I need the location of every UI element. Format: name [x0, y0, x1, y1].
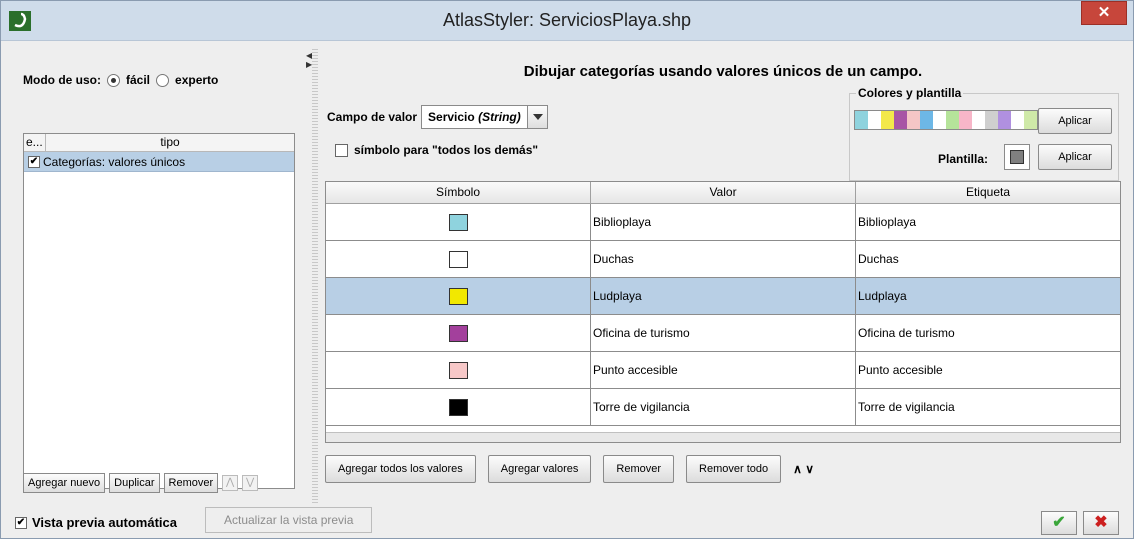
rule-list-table[interactable]: e... tipo ✔ Categorías: valores únicos: [23, 133, 295, 489]
label-cell[interactable]: Punto accesible: [856, 352, 1120, 388]
right-panel: Dibujar categorías usando valores únicos…: [319, 49, 1127, 503]
symbol-swatch[interactable]: [448, 287, 468, 305]
horizontal-scrollbar[interactable]: [326, 432, 1120, 442]
value-field-select[interactable]: Servicio (String): [421, 105, 548, 129]
categories-table-header: Símbolo Valor Etiqueta: [326, 182, 1120, 204]
title-bar: AtlasStyler: ServiciosPlaya.shp ✕: [1, 1, 1133, 41]
move-down-arrow-icon[interactable]: ∨: [805, 462, 814, 476]
rule-type-label: Categorías: valores únicos: [43, 154, 186, 169]
value-cell[interactable]: Oficina de turismo: [591, 315, 856, 351]
col-label-header[interactable]: Etiqueta: [856, 182, 1120, 203]
template-label: Plantilla:: [938, 152, 989, 166]
mode-label: Modo de uso:: [23, 73, 101, 87]
ok-check-icon[interactable]: ✔: [1041, 511, 1077, 535]
col-enabled-header[interactable]: e...: [24, 134, 46, 151]
symbol-swatch[interactable]: [448, 398, 468, 416]
palette-select[interactable]: [854, 110, 1058, 130]
remove-category-button[interactable]: Remover: [603, 455, 675, 483]
cancel-x-icon[interactable]: ✖: [1083, 511, 1119, 535]
rule-buttons: Agregar nuevo Duplicar Remover ⋀ ⋁: [23, 473, 259, 493]
mode-selector: Modo de uso: fácil experto: [23, 73, 218, 87]
atlasstyler-window: AtlasStyler: ServiciosPlaya.shp ✕ Modo d…: [0, 0, 1134, 539]
symbol-cell[interactable]: [326, 241, 591, 277]
add-values-button[interactable]: Agregar valores: [487, 455, 592, 483]
panel-heading: Dibujar categorías usando valores únicos…: [523, 63, 923, 80]
label-cell[interactable]: Oficina de turismo: [856, 315, 1120, 351]
others-symbol-row: símbolo para "todos los demás": [335, 143, 538, 157]
col-value-header[interactable]: Valor: [591, 182, 856, 203]
col-type-header[interactable]: tipo: [46, 134, 294, 151]
auto-preview-row: ✔ Vista previa automática: [15, 515, 177, 530]
col-symbol-header[interactable]: Símbolo: [326, 182, 591, 203]
mode-expert-label[interactable]: experto: [175, 73, 218, 87]
category-row[interactable]: Torre de vigilancia Torre de vigilancia: [326, 389, 1120, 426]
value-cell[interactable]: Ludplaya: [591, 278, 856, 314]
others-symbol-label[interactable]: símbolo para "todos los demás": [354, 143, 538, 157]
symbol-swatch[interactable]: [448, 361, 468, 379]
value-cell[interactable]: Duchas: [591, 241, 856, 277]
splitter[interactable]: [312, 49, 318, 503]
window-title: AtlasStyler: ServiciosPlaya.shp: [442, 10, 692, 30]
symbol-cell[interactable]: [326, 315, 591, 351]
symbol-swatch[interactable]: [448, 250, 468, 268]
label-cell[interactable]: Ludplaya: [856, 278, 1120, 314]
value-cell[interactable]: Biblioplaya: [591, 204, 856, 240]
categories-table-body: Biblioplaya Biblioplaya Duchas Duchas Ludpla…: [326, 204, 1120, 426]
value-field-label: Campo de valor: [327, 110, 418, 124]
symbol-swatch[interactable]: [448, 213, 468, 231]
label-cell[interactable]: Duchas: [856, 241, 1120, 277]
colors-template-group: Colores y plantilla Aplicar Plantilla: A…: [849, 86, 1119, 181]
template-swatch-button[interactable]: [1004, 144, 1030, 170]
chevron-down-icon[interactable]: [526, 106, 547, 128]
colors-template-legend: Colores y plantilla: [856, 86, 964, 100]
label-cell[interactable]: Torre de vigilancia: [856, 389, 1120, 425]
symbol-swatch[interactable]: [448, 324, 468, 342]
left-panel: Modo de uso: fácil experto e... tipo ✔ C…: [9, 49, 305, 503]
value-field-type: (String): [478, 110, 521, 124]
move-down-icon[interactable]: ⋁: [242, 475, 259, 491]
value-cell[interactable]: Punto accesible: [591, 352, 856, 388]
symbol-cell[interactable]: [326, 389, 591, 425]
value-field-name: Servicio: [428, 110, 475, 124]
category-row[interactable]: Biblioplaya Biblioplaya: [326, 204, 1120, 241]
symbol-cell[interactable]: [326, 352, 591, 388]
mode-easy-label[interactable]: fácil: [126, 73, 150, 87]
others-symbol-checkbox[interactable]: [335, 143, 348, 157]
auto-preview-label[interactable]: Vista previa automática: [32, 515, 177, 530]
category-row[interactable]: Duchas Duchas: [326, 241, 1120, 278]
update-preview-button[interactable]: Actualizar la vista previa: [205, 507, 373, 533]
remove-all-button[interactable]: Remover todo: [686, 455, 782, 483]
value-field-row: Campo de valor Servicio (String): [327, 105, 548, 129]
close-button[interactable]: ✕: [1081, 1, 1127, 25]
symbol-cell[interactable]: [326, 278, 591, 314]
category-row[interactable]: Ludplaya Ludplaya: [326, 278, 1120, 315]
label-cell[interactable]: Biblioplaya: [856, 204, 1120, 240]
mode-expert-radio[interactable]: [156, 73, 170, 87]
categories-table[interactable]: Símbolo Valor Etiqueta Biblioplaya Biblio…: [325, 181, 1121, 443]
symbol-cell[interactable]: [326, 204, 591, 240]
mode-easy-radio[interactable]: [107, 73, 120, 87]
rule-table-header: e... tipo: [24, 134, 294, 152]
category-buttons: Agregar todos los valores Agregar valore…: [325, 455, 814, 483]
move-up-arrow-icon[interactable]: ∧: [793, 462, 802, 476]
template-swatch-icon: [1010, 150, 1024, 164]
rule-row[interactable]: ✔ Categorías: valores únicos: [24, 152, 294, 172]
category-row[interactable]: Punto accesible Punto accesible: [326, 352, 1120, 389]
apply-palette-button[interactable]: Aplicar: [1038, 108, 1112, 134]
apply-template-button[interactable]: Aplicar: [1038, 144, 1112, 170]
value-cell[interactable]: Torre de vigilancia: [591, 389, 856, 425]
category-row[interactable]: Oficina de turismo Oficina de turismo: [326, 315, 1120, 352]
duplicate-button[interactable]: Duplicar: [109, 473, 160, 493]
remove-rule-button[interactable]: Remover: [163, 473, 219, 493]
add-new-button[interactable]: Agregar nuevo: [23, 473, 106, 493]
move-up-icon[interactable]: ⋀: [222, 475, 239, 491]
auto-preview-checkbox[interactable]: ✔: [15, 516, 27, 529]
rule-enabled-checkbox[interactable]: ✔: [28, 155, 40, 168]
add-all-values-button[interactable]: Agregar todos los valores: [325, 455, 476, 483]
status-bar: ✔ Vista previa automática Actualizar la …: [9, 507, 1127, 537]
